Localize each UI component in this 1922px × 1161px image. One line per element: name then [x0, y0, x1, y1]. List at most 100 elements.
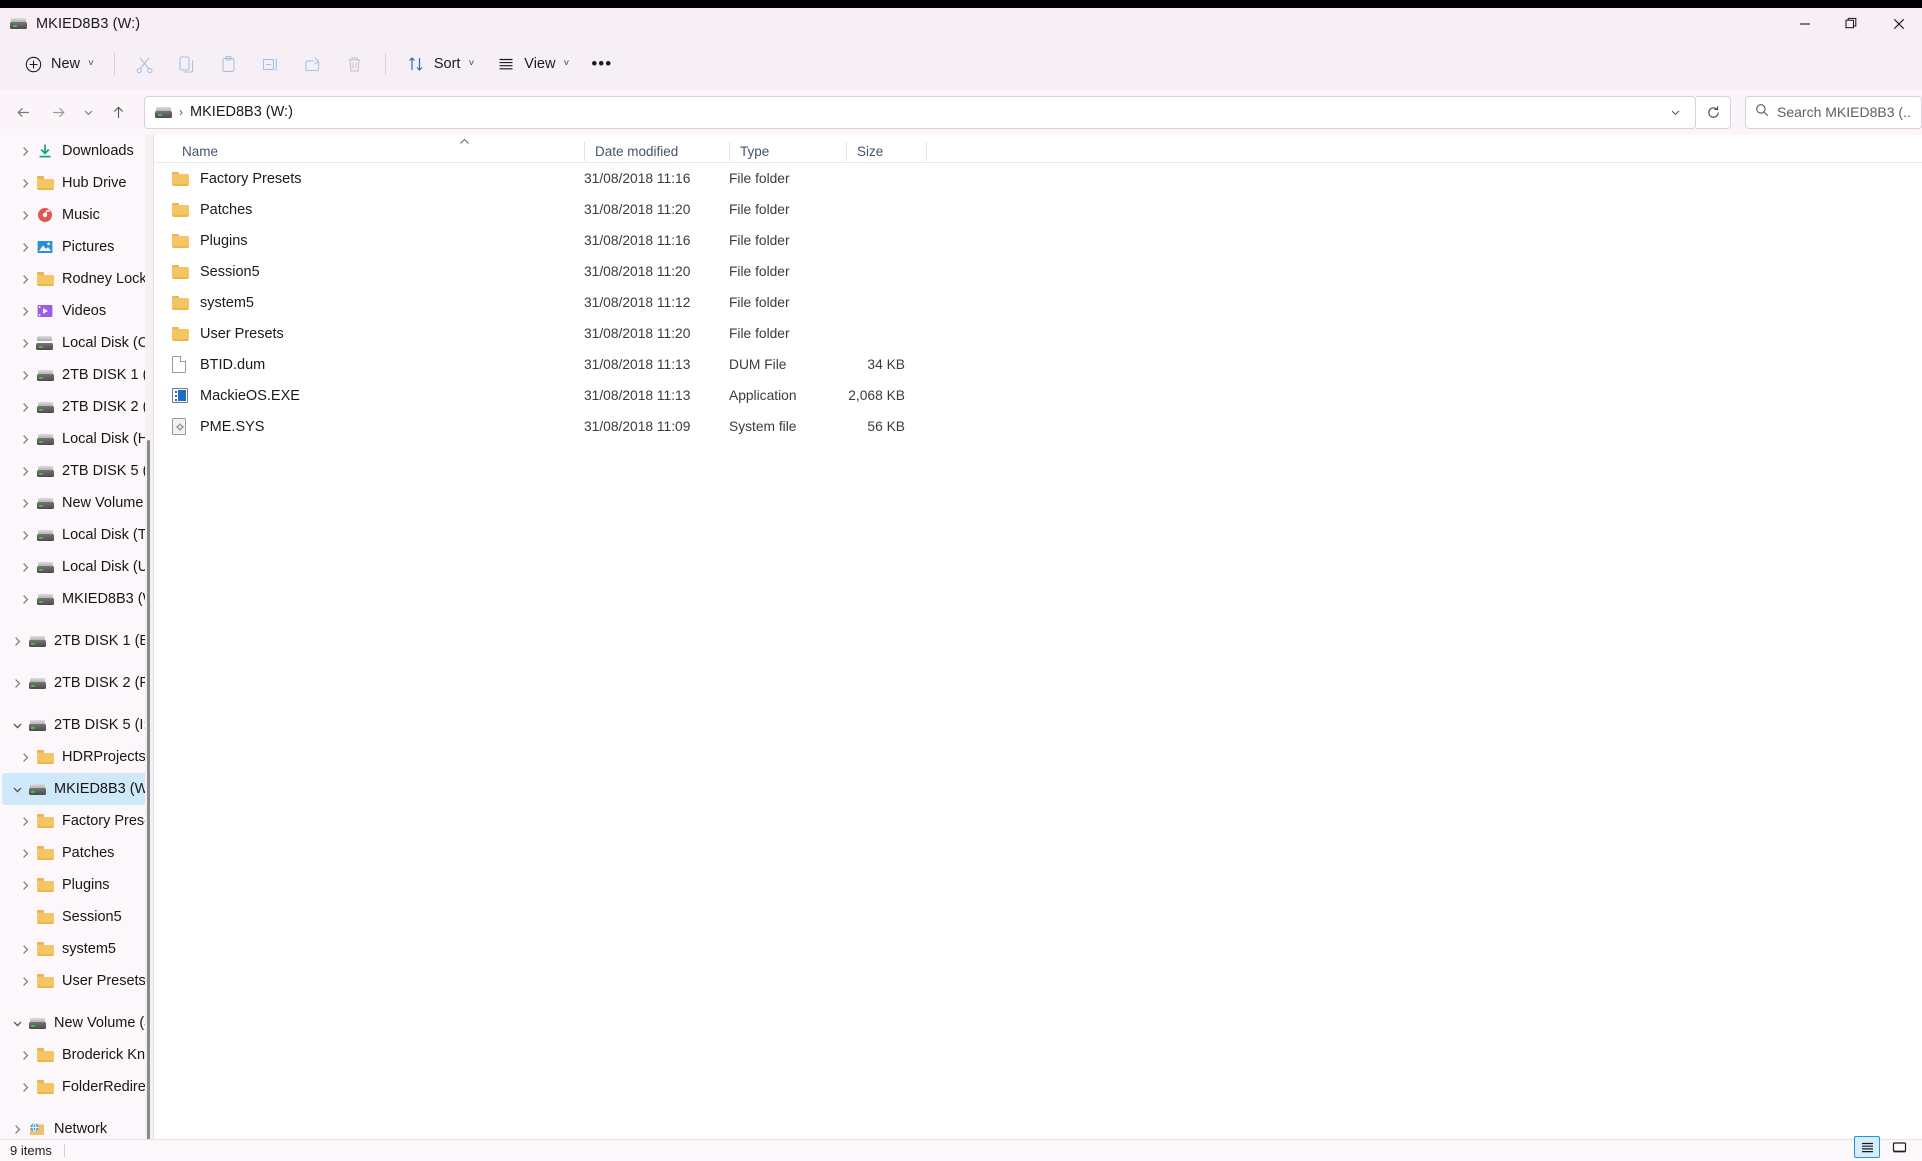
- sidebar-item-patches[interactable]: Patches: [2, 837, 147, 869]
- chevron-right-icon[interactable]: [14, 837, 36, 869]
- table-row[interactable]: User Presets 31/08/2018 11:20 File folder: [154, 318, 1922, 349]
- sidebar-item-2tb-disk-1-e[interactable]: 2TB DISK 1 (E:): [2, 625, 147, 657]
- sidebar-item-local-disk-u[interactable]: Local Disk (U:): [2, 551, 147, 583]
- chevron-right-icon[interactable]: [14, 1071, 36, 1103]
- minimize-button[interactable]: [1781, 8, 1828, 39]
- file-name-cell[interactable]: MackieOS.EXE: [172, 380, 421, 411]
- chevron-right-icon[interactable]: [14, 741, 36, 773]
- large-icons-view-icon[interactable]: [1886, 1136, 1912, 1158]
- sidebar-item-plugins[interactable]: Plugins: [2, 869, 147, 901]
- sidebar-item-local-disk-c[interactable]: Local Disk (C:): [2, 327, 147, 359]
- chevron-right-icon[interactable]: [14, 519, 36, 551]
- address-bar[interactable]: › MKIED8B3 (W:): [144, 95, 1697, 129]
- sidebar-item-2tb-disk-2-f[interactable]: 2TB DISK 2 (F:): [2, 391, 147, 423]
- drive-icon[interactable]: [155, 106, 173, 118]
- table-row[interactable]: Plugins 31/08/2018 11:16 File folder: [154, 225, 1922, 256]
- column-header-type[interactable]: Type: [729, 142, 857, 161]
- column-header-size[interactable]: Size: [846, 142, 926, 161]
- chevron-right-icon[interactable]: [14, 135, 36, 167]
- search-input[interactable]: Search MKIED8B3 (...: [1745, 95, 1922, 129]
- copy-button[interactable]: [166, 45, 208, 83]
- file-name-cell[interactable]: Plugins: [172, 225, 421, 256]
- more-options-button[interactable]: •••: [580, 45, 623, 83]
- sidebar-item-local-disk-t[interactable]: Local Disk (T:): [2, 519, 147, 551]
- sidebar-item-session5[interactable]: Session5: [2, 901, 147, 933]
- close-button[interactable]: [1875, 8, 1922, 39]
- table-row[interactable]: Session5 31/08/2018 11:20 File folder: [154, 256, 1922, 287]
- chevron-down-icon[interactable]: [6, 709, 28, 741]
- chevron-right-icon[interactable]: [6, 625, 28, 657]
- chevron-right-icon[interactable]: [6, 1113, 28, 1139]
- sidebar-item-network[interactable]: Network: [2, 1113, 147, 1139]
- chevron-right-icon[interactable]: [14, 965, 36, 997]
- sidebar-item-new-volume-j[interactable]: New Volume (J:: [2, 487, 147, 519]
- chevron-down-icon[interactable]: [6, 773, 28, 805]
- refresh-button[interactable]: [1696, 95, 1732, 129]
- file-name-cell[interactable]: system5: [172, 287, 421, 318]
- chevron-right-icon[interactable]: [14, 583, 36, 615]
- table-row[interactable]: Factory Presets 31/08/2018 11:16 File fold…: [154, 163, 1922, 194]
- chevron-right-icon[interactable]: [14, 1039, 36, 1071]
- address-dropdown-button[interactable]: [1661, 98, 1689, 127]
- chevron-right-icon[interactable]: [14, 167, 36, 199]
- sidebar-item-factory-presets[interactable]: Factory Presets: [2, 805, 147, 837]
- sidebar-item-hdrprojects[interactable]: HDRProjects: [2, 741, 147, 773]
- sidebar-item-mkied8b3-w[interactable]: MKIED8B3 (W:): [2, 773, 147, 805]
- details-view-icon[interactable]: [1854, 1136, 1880, 1158]
- sidebar-item-user-presets[interactable]: User Presets: [2, 965, 147, 997]
- maximize-restore-button[interactable]: [1828, 8, 1875, 39]
- sort-button[interactable]: Sort ˅: [395, 45, 485, 83]
- table-row[interactable]: Patches 31/08/2018 11:20 File folder: [154, 194, 1922, 225]
- sidebar-item-folderredirecti[interactable]: FolderRedirecti: [2, 1071, 147, 1103]
- sidebar-scrollbar-thumb[interactable]: [147, 440, 150, 1140]
- table-row[interactable]: MackieOS.EXE 31/08/2018 11:13 Application 2…: [154, 380, 1922, 411]
- chevron-right-icon[interactable]: [14, 869, 36, 901]
- chevron-right-icon[interactable]: [14, 551, 36, 583]
- sidebar-item-downloads[interactable]: Downloads: [2, 135, 147, 167]
- sidebar-item-mkied8b3-w[interactable]: MKIED8B3 (W:): [2, 583, 147, 615]
- file-name-cell[interactable]: Patches: [172, 194, 421, 225]
- sidebar-item-2tb-disk-5-i[interactable]: 2TB DISK 5 (I:): [2, 455, 147, 487]
- sidebar-item-2tb-disk-2-f[interactable]: 2TB DISK 2 (F:): [2, 667, 147, 699]
- back-button[interactable]: [6, 95, 41, 129]
- file-name-cell[interactable]: Factory Presets: [172, 163, 421, 194]
- column-header-name[interactable]: Name: [172, 142, 421, 161]
- up-button[interactable]: [101, 95, 136, 129]
- chevron-right-icon[interactable]: [6, 667, 28, 699]
- chevron-right-icon[interactable]: [14, 487, 36, 519]
- sidebar-item-music[interactable]: Music: [2, 199, 147, 231]
- file-name-cell[interactable]: User Presets: [172, 318, 421, 349]
- chevron-right-icon[interactable]: [14, 327, 36, 359]
- new-button[interactable]: New ˅: [12, 45, 105, 83]
- breadcrumb-path[interactable]: MKIED8B3 (W:): [190, 104, 293, 120]
- sidebar-item-2tb-disk-1-e[interactable]: 2TB DISK 1 (E:): [2, 359, 147, 391]
- navigation-pane[interactable]: Downloads Hub Drive Music Pictures Rodney Lo…: [0, 135, 153, 1139]
- chevron-right-icon[interactable]: [14, 423, 36, 455]
- chevron-right-icon[interactable]: [14, 391, 36, 423]
- sidebar-item-videos[interactable]: Videos: [2, 295, 147, 327]
- sidebar-item-hub-drive[interactable]: Hub Drive: [2, 167, 147, 199]
- sidebar-item-rodney-lock-j[interactable]: Rodney Lock (J: [2, 263, 147, 295]
- sidebar-item-2tb-disk-5-i[interactable]: 2TB DISK 5 (I:): [2, 709, 147, 741]
- chevron-right-icon[interactable]: [14, 295, 36, 327]
- chevron-right-icon[interactable]: [14, 359, 36, 391]
- chevron-right-icon[interactable]: [14, 805, 36, 837]
- paste-button[interactable]: [208, 45, 250, 83]
- column-header-date-modified[interactable]: Date modified: [584, 142, 726, 161]
- delete-button[interactable]: [334, 45, 376, 83]
- table-row[interactable]: PME.SYS 31/08/2018 11:09 System file 56 KB: [154, 411, 1922, 442]
- chevron-right-icon[interactable]: [14, 263, 36, 295]
- file-name-cell[interactable]: Session5: [172, 256, 421, 287]
- rename-button[interactable]: [250, 45, 292, 83]
- recent-locations-button[interactable]: [76, 95, 101, 129]
- sidebar-item-broderick-knap[interactable]: Broderick Knap: [2, 1039, 147, 1071]
- forward-button[interactable]: [41, 95, 76, 129]
- sidebar-item-pictures[interactable]: Pictures: [2, 231, 147, 263]
- file-name-cell[interactable]: PME.SYS: [172, 411, 421, 442]
- chevron-down-icon[interactable]: [6, 1007, 28, 1039]
- chevron-right-icon[interactable]: [14, 231, 36, 263]
- sidebar-item-new-volume-j[interactable]: New Volume (J:): [2, 1007, 147, 1039]
- sidebar-item-local-disk-h[interactable]: Local Disk (H:): [2, 423, 147, 455]
- chevron-right-icon[interactable]: [14, 199, 36, 231]
- cut-button[interactable]: [124, 45, 166, 83]
